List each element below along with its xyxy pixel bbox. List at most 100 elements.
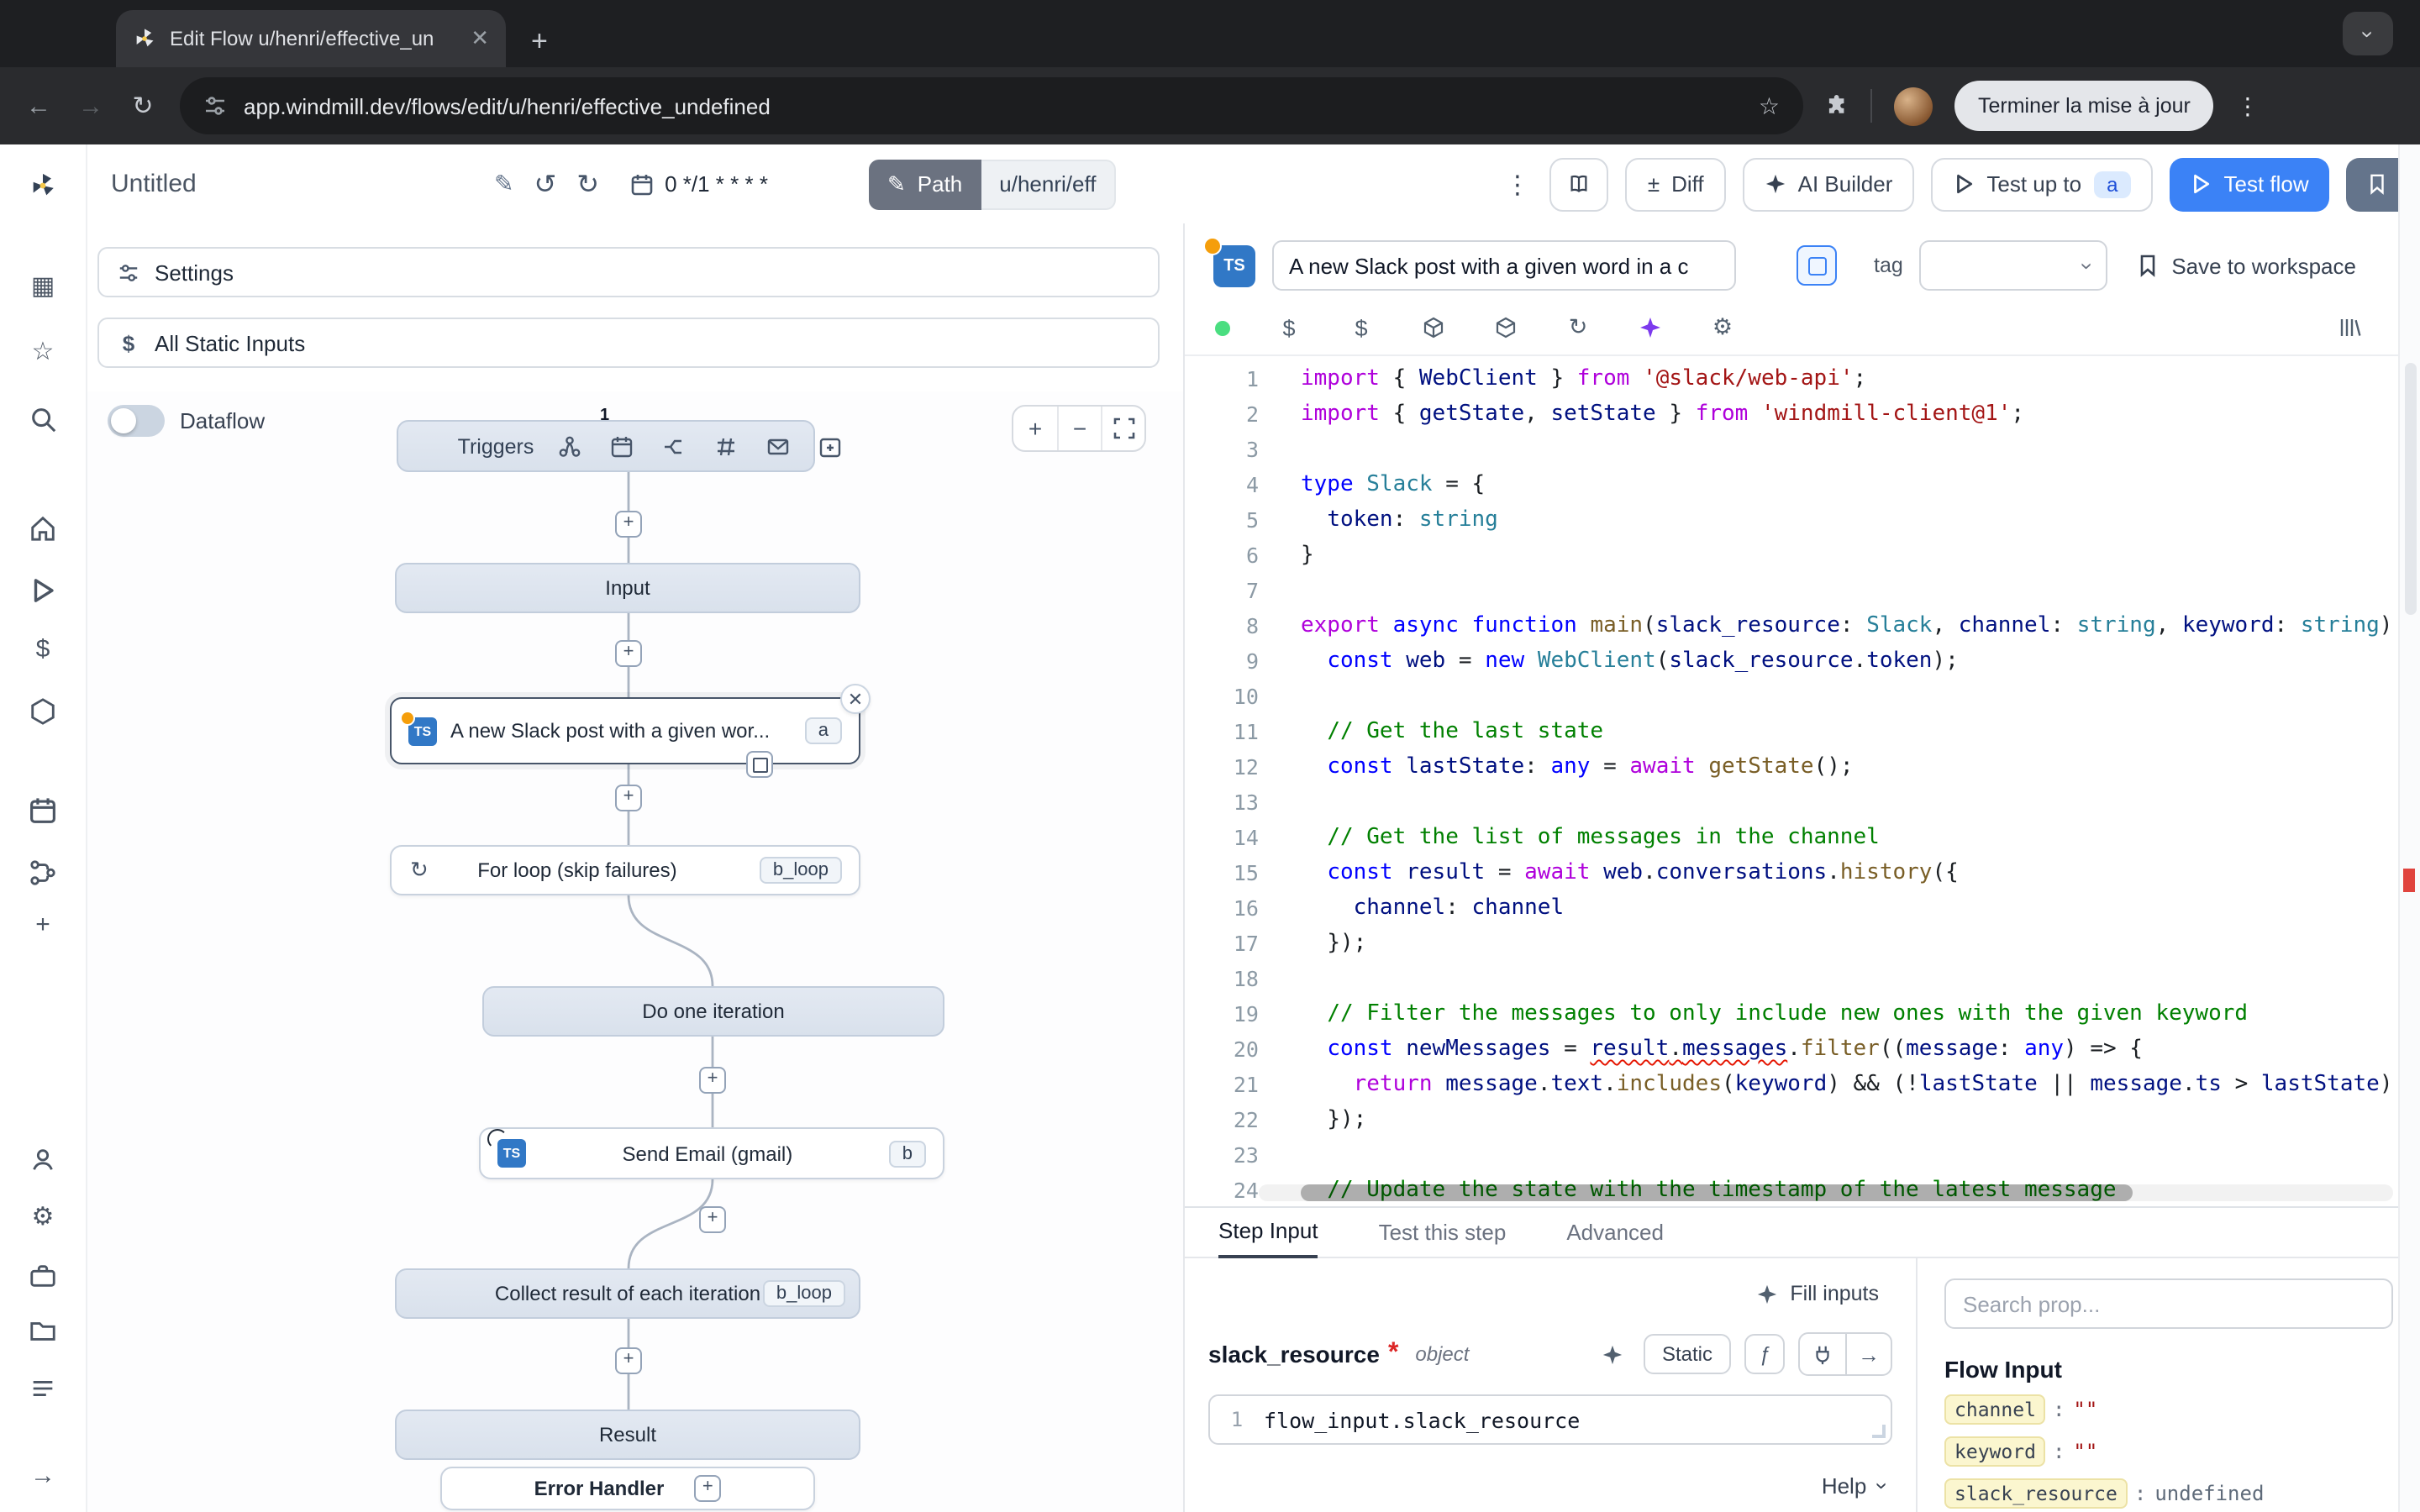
user-icon[interactable] bbox=[23, 1142, 63, 1176]
add-icon[interactable]: + bbox=[23, 907, 63, 941]
schedule-display[interactable]: 0 */1 * * * * bbox=[629, 171, 768, 197]
chrome-menu-icon[interactable]: ⋮ bbox=[2236, 92, 2260, 120]
add-step-button[interactable]: + bbox=[615, 640, 642, 667]
zoom-out-button[interactable]: − bbox=[1057, 407, 1101, 450]
dataflow-toggle[interactable] bbox=[108, 405, 165, 437]
horizontal-scrollbar-thumb[interactable] bbox=[1301, 1184, 2133, 1201]
redo-icon[interactable]: ↻ bbox=[576, 167, 599, 201]
resources-picker-icon[interactable]: $ bbox=[1348, 314, 1375, 341]
step-select-checkbox[interactable] bbox=[1797, 245, 1837, 286]
flow-node-send-email[interactable]: TS Send Email (gmail) b bbox=[479, 1127, 944, 1179]
test-flow-button[interactable]: Test flow bbox=[2170, 157, 2329, 211]
flow-node-result[interactable]: Result bbox=[395, 1410, 860, 1460]
arrow-right-icon[interactable]: → bbox=[1845, 1334, 1891, 1374]
schedules-icon[interactable] bbox=[23, 793, 63, 827]
docs-button[interactable] bbox=[1550, 157, 1609, 211]
flow-node-for-loop[interactable]: ↻ For loop (skip failures) b_loop bbox=[390, 845, 860, 895]
search-prop-input[interactable] bbox=[1944, 1278, 2393, 1329]
flow-node-do-one-iteration[interactable]: Do one iteration bbox=[482, 986, 944, 1037]
function-toggle-icon[interactable]: ƒ bbox=[1744, 1334, 1785, 1374]
diff-button[interactable]: ±Diff bbox=[1626, 157, 1726, 211]
flow-input-prop[interactable]: slack_resource:undefined bbox=[1944, 1478, 2393, 1509]
prop-name-chip[interactable]: slack_resource bbox=[1944, 1478, 2128, 1509]
back-icon[interactable]: ← bbox=[24, 92, 54, 120]
prop-name-chip[interactable]: channel bbox=[1944, 1394, 2046, 1425]
site-settings-icon[interactable] bbox=[203, 94, 227, 118]
home-icon[interactable] bbox=[23, 511, 63, 544]
reload-icon[interactable]: ↻ bbox=[128, 91, 158, 121]
ai-wand-icon[interactable] bbox=[1637, 314, 1664, 341]
scrollbar-thumb[interactable] bbox=[2405, 363, 2417, 615]
settings-gear-icon[interactable]: ⚙ bbox=[23, 1200, 63, 1233]
dependencies-icon[interactable] bbox=[1492, 314, 1519, 341]
help-link[interactable]: Help › bbox=[1822, 1473, 1886, 1499]
forward-icon[interactable]: → bbox=[76, 92, 106, 120]
save-to-workspace-button[interactable]: Save to workspace bbox=[2136, 253, 2356, 278]
runs-icon[interactable] bbox=[23, 573, 63, 606]
flow-node-collect-result[interactable]: Collect result of each iteration b_loop bbox=[395, 1268, 860, 1319]
tab-search-chevron-icon[interactable]: › bbox=[2343, 12, 2393, 55]
flow-node-input[interactable]: Input bbox=[395, 563, 860, 613]
tab-close-icon[interactable]: ✕ bbox=[471, 25, 489, 52]
flow-node-slack-step[interactable]: TS A new Slack post with a given wor... … bbox=[390, 697, 860, 764]
expand-rail-icon[interactable]: → bbox=[23, 1458, 63, 1492]
test-up-to-button[interactable]: Test up toa bbox=[1931, 157, 2153, 211]
address-bar[interactable]: app.windmill.dev/flows/edit/u/henri/effe… bbox=[180, 77, 1803, 134]
add-step-button[interactable]: + bbox=[615, 785, 642, 811]
flow-input-prop[interactable]: channel:"" bbox=[1944, 1394, 2393, 1425]
tab-test-this-step[interactable]: Test this step bbox=[1379, 1220, 1507, 1257]
panels-icon[interactable]: ▦ bbox=[23, 269, 63, 302]
profile-avatar[interactable] bbox=[1894, 87, 1933, 125]
browser-tab[interactable]: Edit Flow u/henri/effective_un ✕ bbox=[116, 10, 506, 67]
library-icon[interactable] bbox=[2336, 314, 2363, 341]
add-error-handler-button[interactable]: + bbox=[694, 1475, 721, 1502]
flow-input-prop[interactable]: keyword:"" bbox=[1944, 1436, 2393, 1467]
step-title-input[interactable] bbox=[1272, 240, 1736, 291]
fit-view-button[interactable] bbox=[1101, 407, 1144, 450]
path-pill[interactable]: ✎Path u/henri/eff bbox=[869, 159, 1117, 209]
chrome-update-button[interactable]: Terminer la mise à jour bbox=[1954, 81, 2214, 131]
more-options-icon[interactable]: ⋮ bbox=[1505, 169, 1530, 199]
folders-icon[interactable] bbox=[23, 1314, 63, 1347]
expression-value[interactable]: flow_input.slack_resource bbox=[1264, 1407, 1580, 1432]
plug-icon[interactable] bbox=[1800, 1334, 1845, 1374]
add-step-button[interactable]: + bbox=[615, 1347, 642, 1374]
bookmark-star-icon[interactable]: ☆ bbox=[1759, 92, 1780, 120]
static-inputs-row[interactable]: $ All Static Inputs bbox=[97, 318, 1160, 368]
new-tab-button[interactable]: + bbox=[531, 27, 548, 55]
search-icon[interactable] bbox=[23, 402, 63, 435]
resize-handle[interactable] bbox=[1872, 1425, 1886, 1438]
workers-icon[interactable] bbox=[23, 1258, 63, 1292]
favorites-star-icon[interactable]: ☆ bbox=[23, 334, 63, 368]
triggers-bar[interactable]: Triggers 1 bbox=[397, 420, 815, 472]
prop-name-chip[interactable]: keyword bbox=[1944, 1436, 2046, 1467]
windmill-logo[interactable] bbox=[23, 168, 63, 202]
extensions-icon[interactable] bbox=[1825, 94, 1849, 118]
resources-icon[interactable] bbox=[23, 694, 63, 727]
package-icon[interactable] bbox=[1420, 314, 1447, 341]
zoom-in-button[interactable]: + bbox=[1013, 407, 1057, 450]
code-editor[interactable]: 1import { WebClient } from '@slack/web-a… bbox=[1185, 356, 2420, 1206]
expression-editor[interactable]: 1 flow_input.slack_resource bbox=[1208, 1394, 1892, 1445]
route-trigger-icon[interactable] bbox=[661, 434, 685, 458]
ai-fill-wand-icon[interactable] bbox=[1597, 1336, 1630, 1373]
flow-title[interactable]: Untitled bbox=[111, 170, 474, 198]
email-trigger-icon[interactable] bbox=[765, 434, 789, 458]
edit-title-pencil-icon[interactable]: ✎ bbox=[494, 170, 513, 198]
reload-icon[interactable]: ↻ bbox=[1565, 314, 1591, 341]
tab-advanced[interactable]: Advanced bbox=[1566, 1220, 1664, 1257]
editor-settings-icon[interactable]: ⚙ bbox=[1709, 314, 1736, 341]
tab-step-input[interactable]: Step Input bbox=[1218, 1218, 1318, 1258]
add-step-button[interactable]: + bbox=[699, 1206, 726, 1233]
add-step-button[interactable]: + bbox=[699, 1067, 726, 1094]
logs-icon[interactable] bbox=[23, 1371, 63, 1404]
ai-builder-button[interactable]: AI Builder bbox=[1743, 157, 1915, 211]
undo-icon[interactable]: ↺ bbox=[534, 167, 556, 201]
flow-settings-row[interactable]: Settings bbox=[97, 247, 1160, 297]
kafka-trigger-icon[interactable] bbox=[818, 434, 841, 458]
webhook-icon[interactable] bbox=[557, 434, 581, 458]
workflows-icon[interactable] bbox=[23, 855, 63, 889]
schedule-trigger-icon[interactable] bbox=[609, 434, 633, 458]
fill-inputs-button[interactable]: Fill inputs bbox=[1743, 1272, 1892, 1315]
remove-step-icon[interactable]: ✕ bbox=[840, 684, 871, 714]
